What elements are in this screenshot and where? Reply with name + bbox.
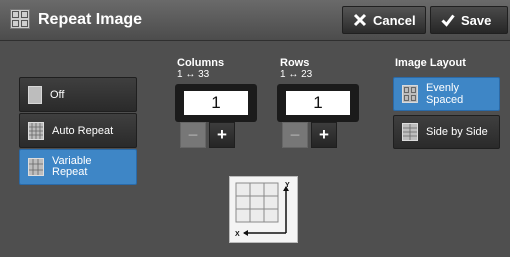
side-by-side-icon	[402, 123, 418, 141]
close-icon	[353, 13, 367, 27]
option-off-button[interactable]: Off	[19, 77, 137, 112]
layout-evenly-spaced-label: Evenly Spaced	[425, 82, 464, 106]
layout-side-by-side-label: Side by Side	[426, 126, 488, 138]
option-auto-repeat-button[interactable]: Auto Repeat	[19, 113, 137, 148]
option-off-label: Off	[50, 88, 65, 101]
option-variable-repeat-button[interactable]: Variable Repeat	[19, 149, 137, 185]
variable-label-line2: Repeat	[52, 166, 88, 178]
grid-preview-icon: Y X	[235, 182, 290, 238]
rows-range: 1 ↔ 23	[280, 69, 313, 80]
columns-decrease-button[interactable]: −	[180, 122, 206, 148]
header-bar: Repeat Image Cancel Save	[0, 0, 510, 41]
save-button[interactable]: Save	[430, 6, 508, 34]
rows-increase-button[interactable]: +	[311, 122, 337, 148]
columns-value-field[interactable]: 1	[181, 88, 251, 118]
checkmark-icon	[441, 14, 455, 27]
page-title: Repeat Image	[38, 11, 143, 28]
option-auto-repeat-label: Auto Repeat	[52, 124, 114, 137]
repeat-preview-diagram: Y X	[229, 176, 298, 243]
auto-repeat-icon	[28, 121, 44, 140]
preview-y-label: Y	[285, 182, 290, 189]
repeat-image-icon	[10, 9, 30, 29]
cancel-label: Cancel	[373, 12, 416, 28]
main-panel: Off Auto Repeat Variable Repeat Columns …	[0, 41, 510, 257]
layout-side-by-side-button[interactable]: Side by Side	[393, 115, 500, 149]
preview-x-label: X	[235, 231, 240, 238]
blank-page-icon	[28, 85, 42, 104]
layout-evenly-spaced-button[interactable]: Evenly Spaced	[393, 77, 500, 111]
columns-range: 1 ↔ 33	[177, 69, 210, 80]
columns-label: Columns	[177, 57, 225, 69]
image-layout-label: Image Layout	[395, 57, 466, 69]
rows-label: Rows	[280, 57, 310, 69]
variable-repeat-icon	[28, 158, 44, 176]
evenly-spaced-icon	[402, 85, 418, 103]
rows-value-field[interactable]: 1	[283, 88, 353, 118]
columns-increase-button[interactable]: +	[209, 122, 235, 148]
save-label: Save	[461, 12, 492, 28]
cancel-button[interactable]: Cancel	[342, 6, 426, 34]
option-variable-repeat-label: Variable Repeat	[52, 156, 92, 178]
rows-decrease-button[interactable]: −	[282, 122, 308, 148]
